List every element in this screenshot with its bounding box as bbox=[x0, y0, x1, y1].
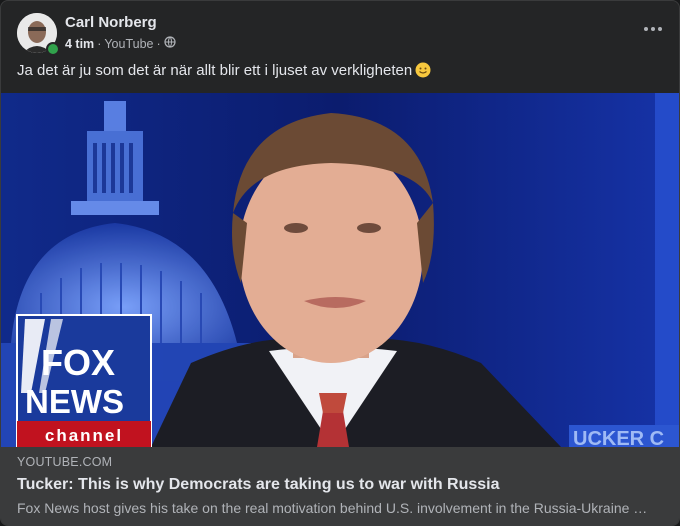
more-dot bbox=[651, 27, 655, 31]
logo-line1: FOX bbox=[41, 342, 115, 383]
post-card: Carl Norberg 4 tim · YouTube · Ja det är… bbox=[0, 0, 680, 526]
meta-separator: · bbox=[156, 36, 161, 51]
post-time[interactable]: 4 tim bbox=[65, 37, 94, 51]
post-source: YouTube bbox=[104, 36, 154, 51]
link-domain: YOUTUBE.COM bbox=[17, 455, 113, 469]
logo-line2: NEWS bbox=[25, 383, 124, 420]
meta-separator: · bbox=[97, 36, 102, 51]
more-dot bbox=[644, 27, 648, 31]
link-preview[interactable]: YOUTUBE.COM Tucker: This is why Democrat… bbox=[1, 447, 679, 525]
link-description: Fox News host gives his take on the real… bbox=[17, 500, 657, 516]
globe-icon[interactable] bbox=[164, 36, 176, 51]
video-thumbnail[interactable]: UCKER C FOX NEWS channel bbox=[1, 93, 679, 447]
more-dot bbox=[658, 27, 662, 31]
lower-third-text: UCKER C bbox=[573, 428, 664, 447]
post-text: Ja det är ju som det är när allt blir et… bbox=[17, 61, 663, 81]
author-name[interactable]: Carl Norberg bbox=[65, 14, 157, 31]
post-body: Ja det är ju som det är när allt blir et… bbox=[17, 62, 413, 79]
smiley-emoji-icon bbox=[415, 62, 431, 78]
link-title[interactable]: Tucker: This is why Democrats are taking… bbox=[17, 476, 500, 494]
online-status-dot bbox=[46, 42, 60, 56]
logo-line3: channel bbox=[45, 426, 123, 445]
more-options-button[interactable] bbox=[639, 19, 667, 39]
post-meta: 4 tim · YouTube · bbox=[65, 36, 176, 51]
post-header: Carl Norberg 4 tim · YouTube · bbox=[17, 13, 663, 56]
fox-news-logo: FOX NEWS channel bbox=[16, 314, 152, 447]
